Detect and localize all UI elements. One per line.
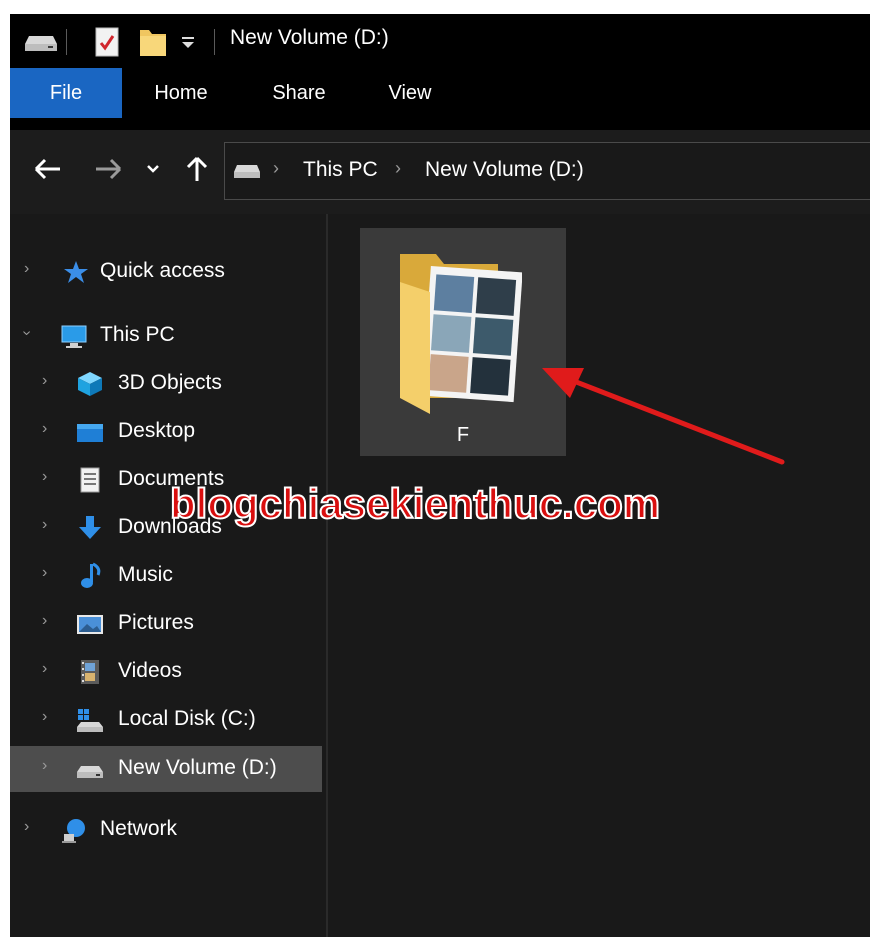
chevron-right-icon[interactable]: › [42,372,47,390]
ribbon-tabs: File Home Share View [10,68,870,130]
picture-icon [77,615,103,634]
sidebar-item-label: Pictures [118,611,194,634]
breadcrumb-this-pc[interactable]: This PC [303,158,378,182]
sidebar-item-label: 3D Objects [118,371,222,394]
chevron-right-icon[interactable]: › [24,818,29,836]
sidebar-item-network[interactable]: › Network [10,810,322,850]
star-icon [64,261,88,283]
computer-icon [61,325,87,348]
up-button[interactable] [186,155,208,183]
sidebar-item-new-volume-d[interactable]: › New Volume (D:) [10,746,322,792]
network-icon [62,819,85,843]
windows-drive-icon [77,709,103,732]
sidebar-item-this-pc[interactable]: › This PC [10,316,322,356]
sidebar-item-local-disk-c[interactable]: › Local Disk (C:) [10,700,322,740]
film-icon [81,660,99,684]
tab-view[interactable]: View [370,68,450,118]
folder-with-images-icon [400,254,522,414]
watermark-text: blogchiasekienthuc.com [169,479,661,528]
chevron-down-icon[interactable]: › [18,330,36,335]
sidebar-item-label: Desktop [118,419,196,442]
sidebar-item-label: Music [118,563,173,586]
sidebar-item-pictures[interactable]: › Pictures [10,604,322,644]
cube-icon [78,372,102,396]
chevron-right-icon[interactable]: › [42,612,47,630]
chevron-right-icon[interactable]: › [42,757,47,775]
breadcrumb-separator: › [273,158,279,178]
tab-share[interactable]: Share [254,68,344,118]
sidebar-item-label: This PC [100,323,175,346]
window-title: New Volume (D:) [230,26,389,49]
annotation-arrow [542,368,785,465]
sidebar-item-videos[interactable]: › Videos [10,652,322,692]
new-folder-icon[interactable] [138,24,168,58]
back-button[interactable] [34,158,62,180]
breadcrumb-separator: › [395,158,401,178]
chevron-right-icon[interactable]: › [42,516,47,534]
breadcrumb-new-volume[interactable]: New Volume (D:) [425,158,584,182]
sidebar-item-label: New Volume (D:) [118,756,277,779]
document-icon [80,467,100,493]
music-note-icon [81,562,101,588]
chevron-right-icon[interactable]: › [42,420,47,438]
chevron-right-icon[interactable]: › [42,564,47,582]
drive-icon[interactable] [24,34,58,52]
title-bar: New Volume (D:) [10,14,870,68]
desktop-icon [77,424,103,442]
sidebar-item-label: Quick access [100,259,225,282]
customize-quick-access-icon[interactable] [180,34,196,50]
tab-file[interactable]: File [10,68,122,118]
download-icon [79,516,101,539]
sidebar-item-desktop[interactable]: › Desktop [10,412,322,452]
chevron-right-icon[interactable]: › [24,260,29,278]
file-list: F [328,214,870,937]
sidebar-item-label: Videos [118,659,182,682]
sidebar-item-music[interactable]: › Music [10,556,322,596]
recent-locations-button[interactable] [146,164,160,174]
sidebar-item-label: Local Disk (C:) [118,707,256,730]
sidebar-item-label: Network [100,817,178,840]
chevron-right-icon[interactable]: › [42,708,47,726]
address-bar[interactable]: › This PC › New Volume (D:) [224,142,870,200]
sidebar-item-quick-access[interactable]: › Quick access [10,252,322,292]
drive-icon [234,165,260,178]
chevron-right-icon[interactable]: › [42,660,47,678]
properties-icon[interactable] [94,26,120,58]
sidebar-item-3d-objects[interactable]: › 3D Objects [10,364,322,404]
navigation-bar: › This PC › New Volume (D:) [10,130,870,214]
forward-button[interactable] [94,158,122,180]
chevron-right-icon[interactable]: › [42,468,47,486]
tab-home[interactable]: Home [136,68,226,118]
drive-icon [77,766,103,778]
navigation-pane: › Quick access › This PC › 3D Objects › … [10,214,326,937]
file-explorer-window: New Volume (D:) File Home Share View › T… [10,14,870,937]
